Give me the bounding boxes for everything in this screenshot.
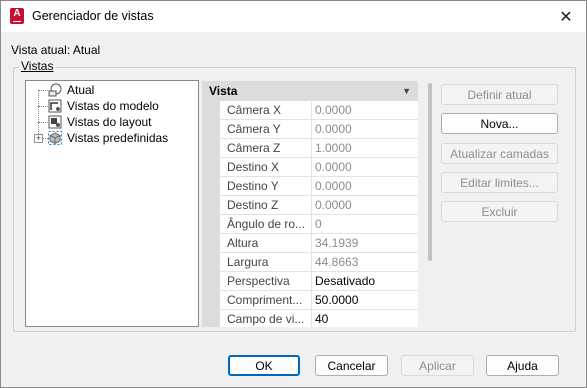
views-tree[interactable]: Atual Vistas do modelo Vistas do layout … bbox=[25, 80, 199, 327]
property-row: Câmera Y 0.0000 bbox=[220, 120, 418, 139]
tree-item-label: Atual bbox=[67, 83, 95, 97]
expand-icon[interactable]: + bbox=[34, 134, 43, 143]
delete-button[interactable]: Excluir bbox=[441, 201, 558, 222]
layout-views-icon bbox=[48, 115, 63, 129]
title-bar: A Gerenciador de vistas ✕ bbox=[1, 1, 586, 32]
property-name: Altura bbox=[220, 234, 312, 252]
property-row: Câmera X 0.0000 bbox=[220, 101, 418, 120]
property-value: 0.0000 bbox=[315, 103, 352, 117]
property-name: Câmera Z bbox=[220, 139, 312, 157]
property-value: 0 bbox=[315, 217, 322, 231]
category-header[interactable]: Vista ▼ bbox=[202, 81, 418, 101]
update-layers-button[interactable]: Atualizar camadas bbox=[441, 143, 558, 164]
property-value[interactable]: 40 bbox=[312, 310, 328, 327]
property-row: Largura 44.8663 bbox=[220, 253, 418, 272]
property-row[interactable]: Campo de vi... 40 bbox=[220, 310, 418, 327]
property-row: Destino Y 0.0000 bbox=[220, 177, 418, 196]
new-view-button[interactable]: Nova... bbox=[441, 113, 558, 134]
tree-item-model-views[interactable]: Vistas do modelo bbox=[48, 98, 159, 114]
property-name: Câmera X bbox=[220, 101, 312, 119]
property-value: 44.8663 bbox=[315, 255, 359, 269]
tree-item-label: Vistas do modelo bbox=[67, 99, 159, 113]
property-name: Ângulo de ro... bbox=[220, 215, 312, 233]
view-manager-dialog: A Gerenciador de vistas ✕ Vista atual: A… bbox=[0, 0, 587, 388]
property-name: Campo de vi... bbox=[220, 310, 312, 327]
view-properties-grid: Vista ▼ Câmera X 0.0000 Câmera Y 0.0000 … bbox=[202, 81, 418, 327]
close-button[interactable]: ✕ bbox=[546, 1, 586, 32]
tree-connector bbox=[38, 90, 48, 91]
tree-item-layout-views[interactable]: Vistas do layout bbox=[48, 114, 152, 130]
property-name: Largura bbox=[220, 253, 312, 271]
tree-connector bbox=[38, 122, 48, 123]
category-label: Vista bbox=[209, 84, 238, 98]
property-row: Destino Z 0.0000 bbox=[220, 196, 418, 215]
close-icon: ✕ bbox=[559, 8, 573, 26]
camera-icon bbox=[48, 83, 63, 97]
views-group-label: Vistas bbox=[19, 59, 56, 73]
property-value: 0.0000 bbox=[315, 198, 352, 212]
tree-connector bbox=[38, 106, 48, 107]
ok-button[interactable]: OK bbox=[228, 355, 300, 376]
property-value[interactable]: 50.0000 bbox=[312, 291, 358, 309]
property-value: 34.1939 bbox=[315, 236, 359, 250]
property-row[interactable]: Perspectiva Desativado bbox=[220, 272, 418, 291]
cancel-button[interactable]: Cancelar bbox=[315, 355, 388, 376]
tree-item-label: Vistas do layout bbox=[67, 115, 152, 129]
property-value: 0.0000 bbox=[315, 160, 352, 174]
tree-connector bbox=[38, 90, 39, 138]
property-row: Ângulo de ro... 0 bbox=[220, 215, 418, 234]
properties-scrollbar[interactable] bbox=[428, 83, 432, 261]
chevron-down-icon: ▼ bbox=[402, 86, 411, 96]
property-name: Câmera Y bbox=[220, 120, 312, 138]
property-name: Destino Z bbox=[220, 196, 312, 214]
grid-margin bbox=[202, 101, 220, 327]
tree-item-label: Vistas predefinidas bbox=[67, 131, 169, 145]
property-value[interactable]: Desativado bbox=[312, 272, 375, 290]
autocad-app-icon: A bbox=[10, 8, 24, 24]
property-row: Câmera Z 1.0000 bbox=[220, 139, 418, 158]
property-name: Perspectiva bbox=[220, 272, 312, 290]
help-button[interactable]: Ajuda bbox=[486, 355, 559, 376]
tree-item-current[interactable]: Atual bbox=[48, 82, 95, 98]
property-name: Compriment... bbox=[220, 291, 312, 309]
property-value: 1.0000 bbox=[315, 141, 352, 155]
apply-button[interactable]: Aplicar bbox=[401, 355, 474, 376]
property-row: Destino X 0.0000 bbox=[220, 158, 418, 177]
preset-views-icon bbox=[48, 131, 63, 145]
property-row: Altura 34.1939 bbox=[220, 234, 418, 253]
property-row[interactable]: Compriment... 50.0000 bbox=[220, 291, 418, 310]
current-view-label: Vista atual: Atual bbox=[11, 43, 101, 57]
set-current-button[interactable]: Definir atual bbox=[441, 84, 558, 105]
tree-item-preset-views[interactable]: Vistas predefinidas bbox=[48, 130, 168, 146]
property-value: 0.0000 bbox=[315, 122, 352, 136]
window-title: Gerenciador de vistas bbox=[32, 9, 154, 23]
property-name: Destino Y bbox=[220, 177, 312, 195]
property-value: 0.0000 bbox=[315, 179, 352, 193]
property-name: Destino X bbox=[220, 158, 312, 176]
model-views-icon bbox=[48, 99, 63, 113]
edit-boundaries-button[interactable]: Editar limites... bbox=[441, 172, 558, 193]
